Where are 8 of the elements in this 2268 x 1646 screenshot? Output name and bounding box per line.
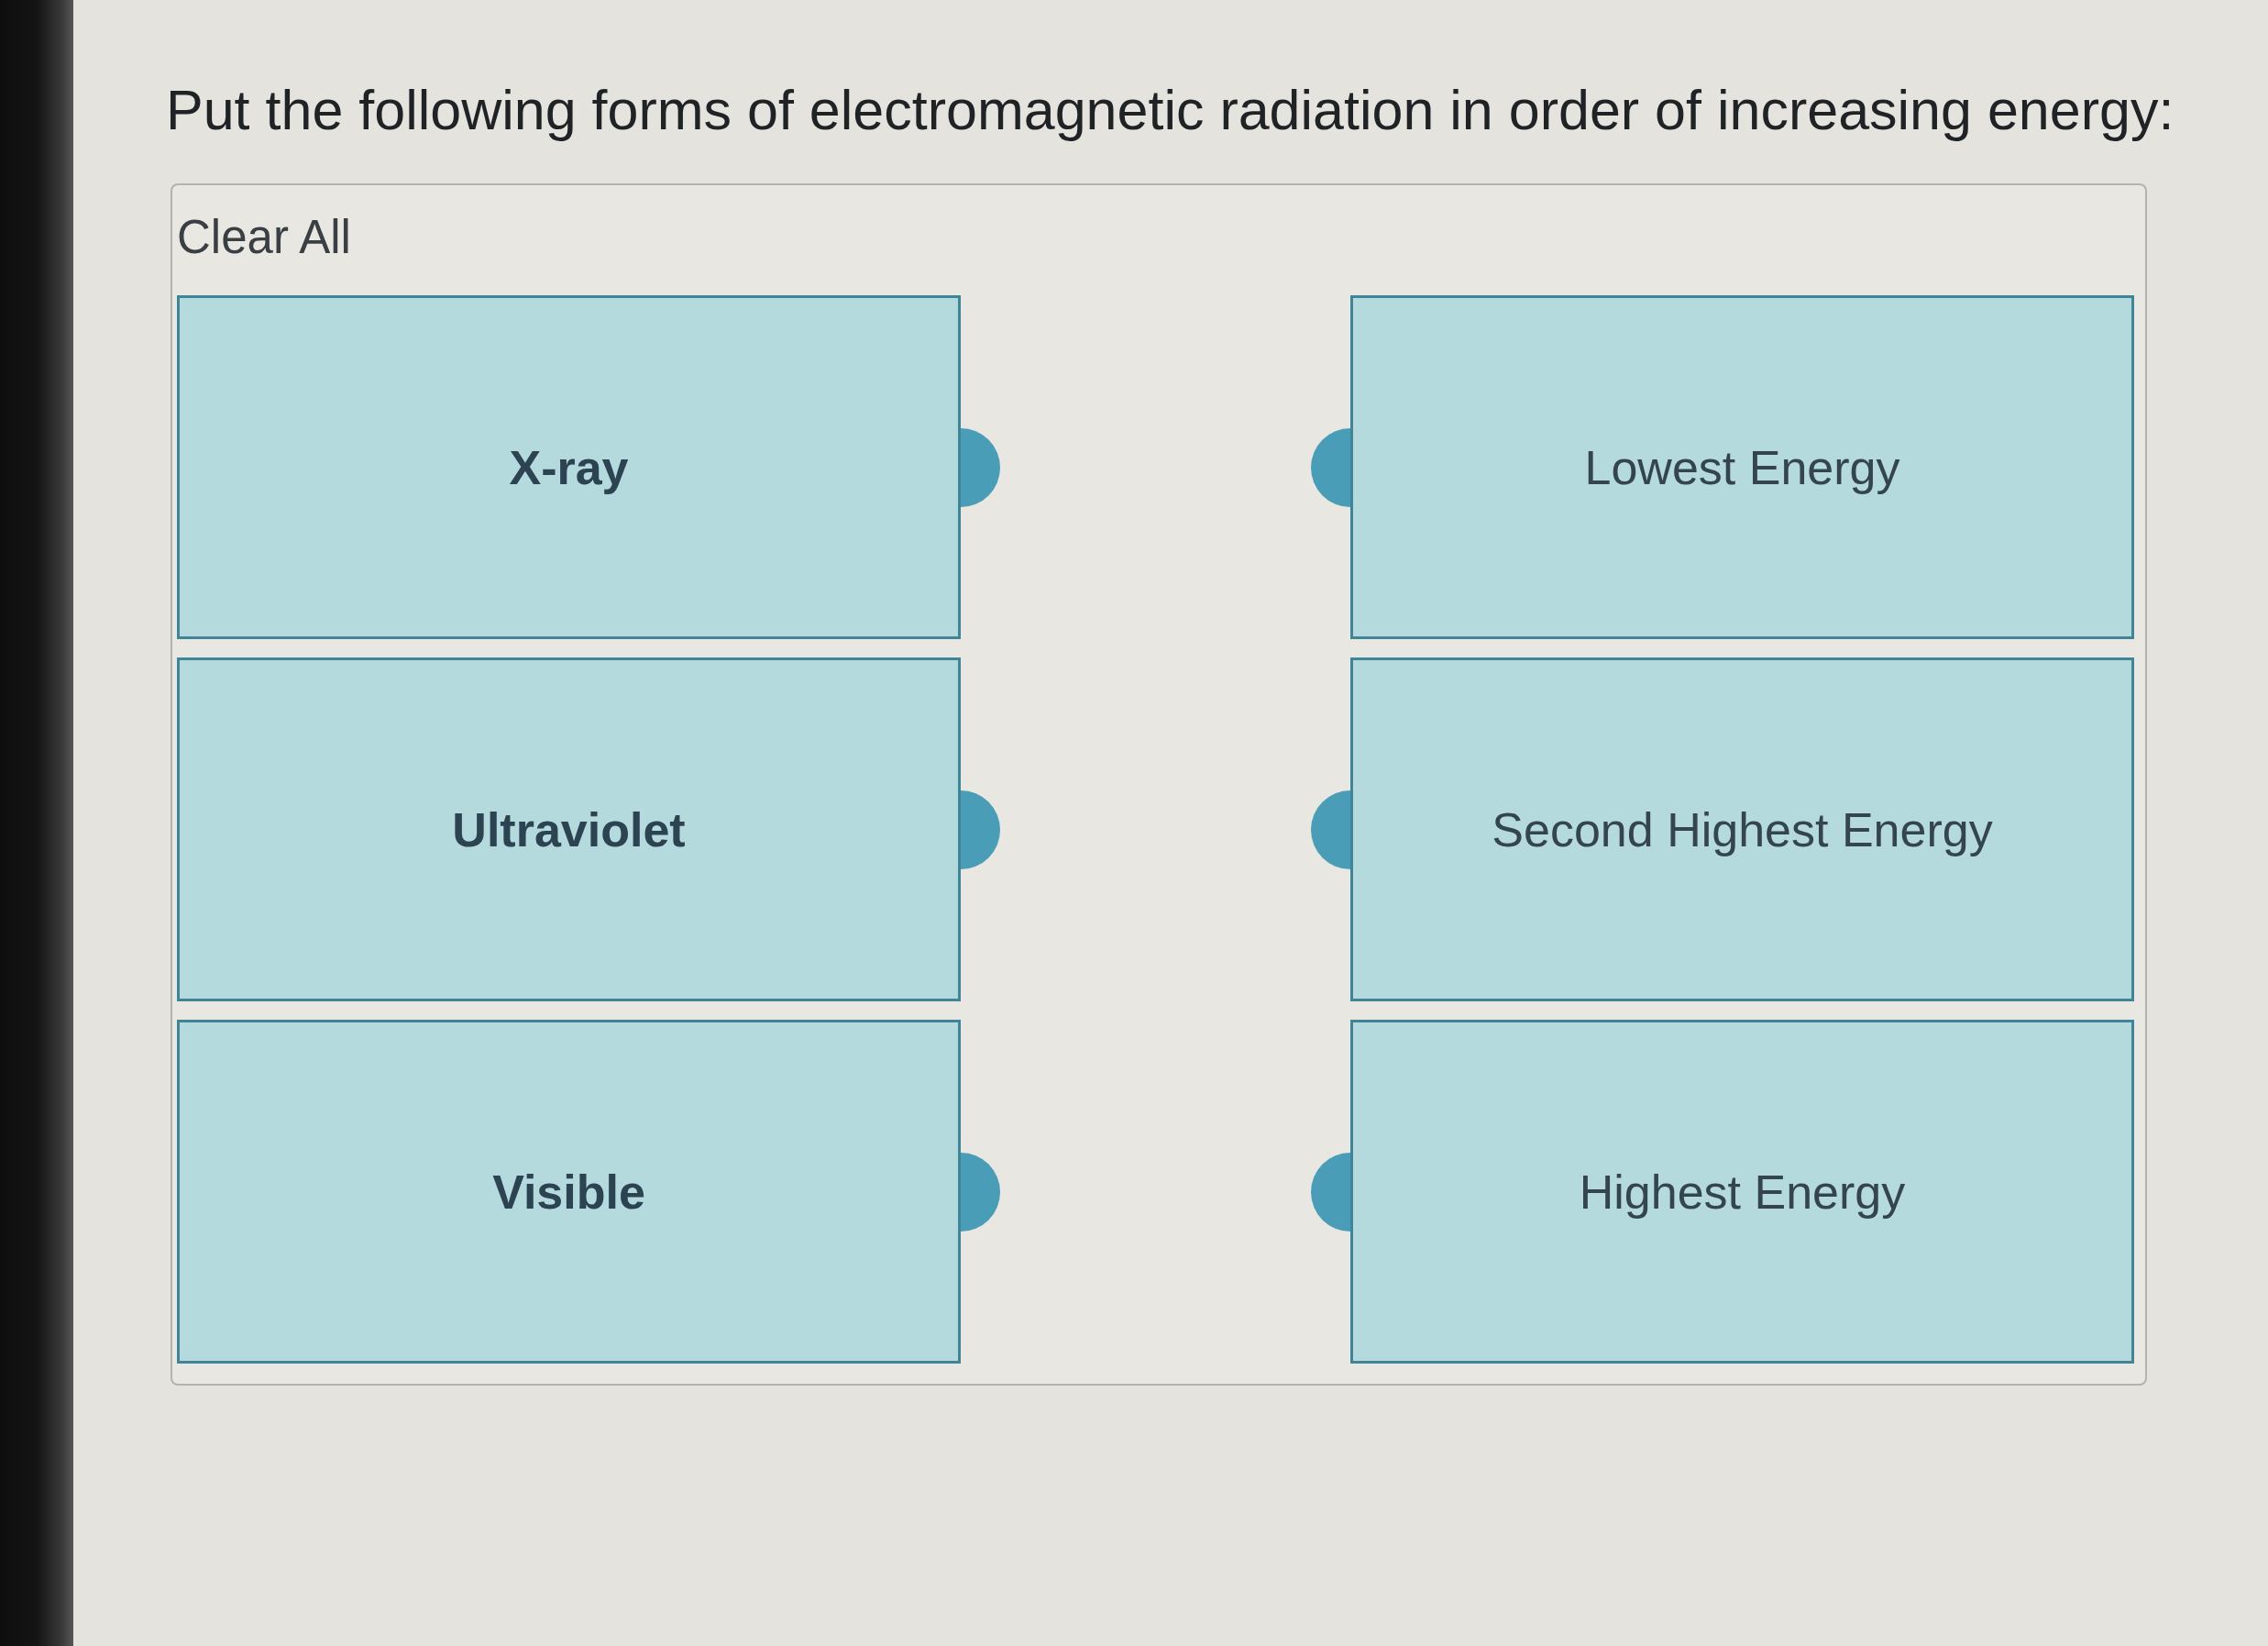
question-text: Put the following forms of electromagnetic radiation in order of increasing energy: [166, 78, 2174, 143]
draggable-item-tile[interactable]: Visible [177, 1020, 961, 1364]
clear-all-link[interactable]: Clear All [177, 209, 351, 264]
draggable-item-tile[interactable]: Ultraviolet [177, 657, 961, 1001]
draggable-item-tile[interactable]: X-ray [177, 295, 961, 639]
drop-target-tile[interactable]: Second Highest Energy [1350, 657, 2134, 1001]
drop-target-tile[interactable]: Highest Energy [1350, 1020, 2134, 1364]
drop-target-tile[interactable]: Lowest Energy [1350, 295, 2134, 639]
